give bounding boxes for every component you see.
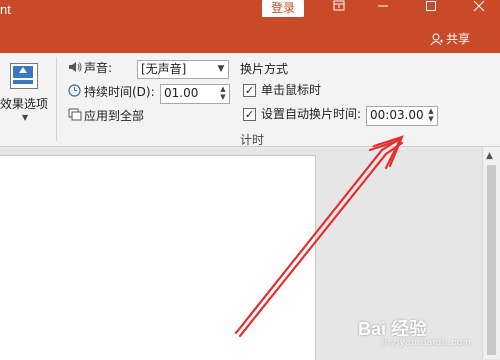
watermark-sub: jingyan.baidu.com: [382, 337, 472, 347]
watermark-brand: Bai 经验: [358, 319, 428, 339]
annotation-arrow: [234, 135, 404, 338]
watermark: Bai 经验 jingyan.baidu.com: [358, 315, 493, 351]
